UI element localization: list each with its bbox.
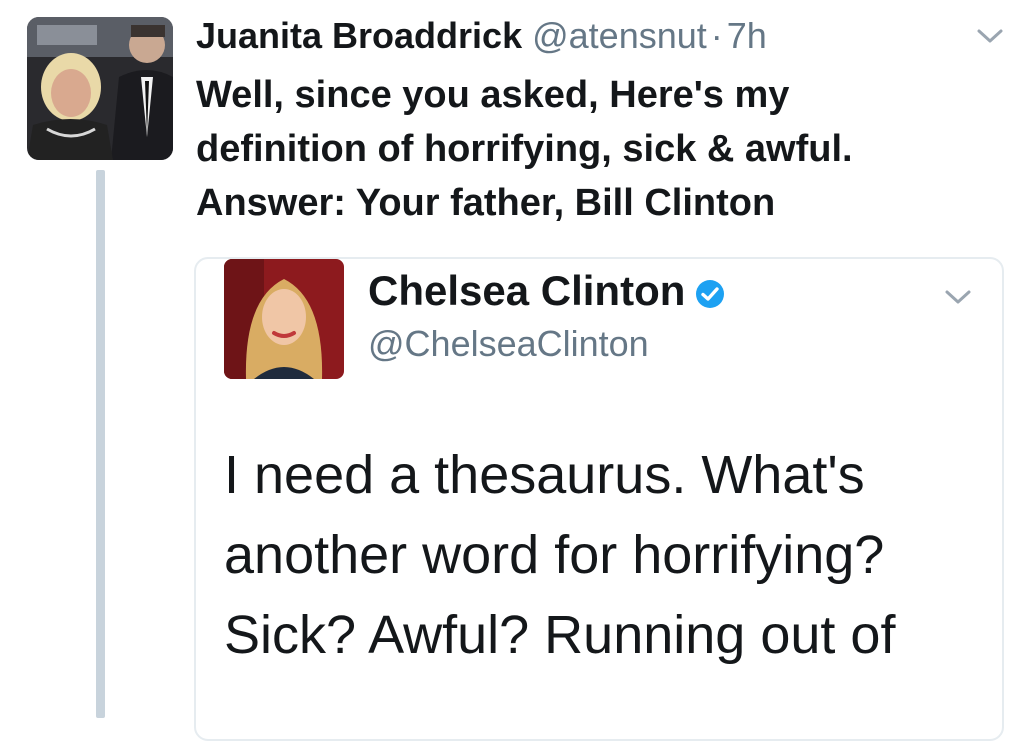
quoted-author-name[interactable]: Chelsea Clinton xyxy=(368,267,685,314)
tweet-line: definition of horrifying, sick & awful. xyxy=(196,128,853,170)
tweet-line: Well, since you asked, Here's my xyxy=(196,74,790,116)
thread-line xyxy=(96,170,105,718)
header-separator: · xyxy=(710,15,723,56)
author-name[interactable]: Juanita Broaddrick xyxy=(196,15,522,56)
tweet-line: Answer: Your father, Bill Clinton xyxy=(196,182,776,224)
quoted-line: Sick? Awful? Running out of xyxy=(224,605,896,665)
verified-badge-icon xyxy=(695,279,725,309)
quoted-author-avatar[interactable] xyxy=(224,259,344,379)
chevron-down-icon[interactable] xyxy=(976,26,1004,46)
quoted-author-handle[interactable]: @ChelseaClinton xyxy=(368,323,649,365)
quoted-tweet-card[interactable]: Chelsea Clinton @ChelseaClinton I need a… xyxy=(194,257,1004,741)
quoted-tweet-text: I need a thesaurus. What's another word … xyxy=(224,435,984,675)
author-handle[interactable]: @atensnut xyxy=(532,15,707,56)
tweet-text: Well, since you asked, Here's my definit… xyxy=(196,68,996,230)
chevron-down-icon[interactable] xyxy=(944,287,972,307)
quoted-line: another word for horrifying? xyxy=(224,525,885,585)
tweet-header: Juanita Broaddrick @atensnut · 7h xyxy=(196,14,767,58)
quoted-line: I need a thesaurus. What's xyxy=(224,445,865,505)
quoted-author-name-row: Chelsea Clinton xyxy=(368,267,725,315)
tweet-time[interactable]: 7h xyxy=(727,15,767,56)
author-avatar[interactable] xyxy=(27,17,173,160)
